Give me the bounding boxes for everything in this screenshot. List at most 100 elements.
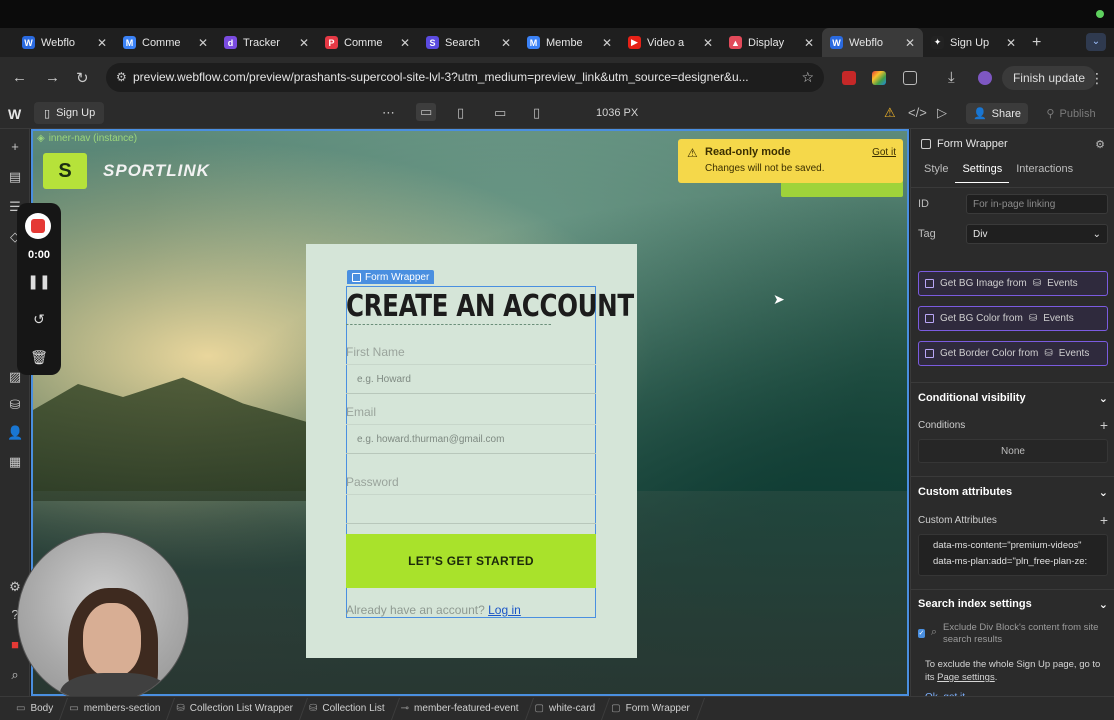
id-input[interactable]: For in-page linking bbox=[966, 194, 1108, 214]
tab-interactions[interactable]: Interactions bbox=[1009, 159, 1080, 183]
binding-checkbox[interactable] bbox=[925, 314, 934, 323]
bg-image-binding[interactable]: Get BG Image from ⛁ Events bbox=[918, 271, 1108, 296]
publish-button[interactable]: ⚲ Publish bbox=[1036, 103, 1106, 124]
search-index-header[interactable]: Search index settings ⌄ bbox=[918, 598, 1108, 611]
tag-select[interactable]: Div ⌄ bbox=[966, 224, 1108, 244]
attribute-item[interactable]: data-ms-plan:add="pln_free-plan-ze: bbox=[919, 551, 1107, 567]
tab-close-icon[interactable]: ✕ bbox=[703, 36, 713, 50]
breadcrumb-item[interactable]: ⊸ member-featured-event bbox=[393, 703, 527, 714]
extensions-puzzle-icon[interactable] bbox=[903, 71, 917, 85]
desktop-breakpoint-icon[interactable]: ▭ bbox=[416, 103, 437, 121]
tab-close-icon[interactable]: ✕ bbox=[501, 36, 511, 50]
component-settings-icon[interactable]: ⚙ bbox=[1095, 138, 1105, 151]
add-condition-icon[interactable]: + bbox=[1100, 417, 1108, 433]
page-settings-link[interactable]: Page settings bbox=[937, 672, 995, 683]
database-icon: ⛁ bbox=[1028, 313, 1038, 324]
users-icon[interactable]: 👤 bbox=[7, 425, 23, 441]
webflow-logo-icon[interactable]: W bbox=[8, 106, 21, 122]
browser-tab[interactable]: S Search ✕ bbox=[418, 28, 519, 57]
stop-recording-button[interactable] bbox=[25, 213, 51, 239]
preview-play-icon[interactable]: ▷ bbox=[937, 105, 947, 121]
tab-close-icon[interactable]: ✕ bbox=[97, 36, 107, 50]
extension-icon-1[interactable] bbox=[842, 71, 856, 85]
tab-close-icon[interactable]: ✕ bbox=[602, 36, 612, 50]
browser-tab[interactable]: P Comme ✕ bbox=[317, 28, 418, 57]
browser-tab[interactable]: M Comme ✕ bbox=[115, 28, 216, 57]
browser-tab[interactable]: ✦ Sign Up ✕ bbox=[923, 28, 1024, 57]
pages-icon[interactable]: ▤ bbox=[7, 169, 23, 185]
browser-tab[interactable]: d Tracker ✕ bbox=[216, 28, 317, 57]
pause-icon[interactable]: ❚❚ bbox=[17, 273, 61, 290]
conditions-value[interactable]: None bbox=[918, 439, 1108, 463]
cms-icon[interactable]: ⛁ bbox=[7, 397, 23, 413]
tab-close-icon[interactable]: ✕ bbox=[804, 36, 814, 50]
tab-close-icon[interactable]: ✕ bbox=[905, 36, 915, 50]
attribute-item[interactable]: data-ms-content="premium-videos" bbox=[919, 535, 1107, 551]
reload-icon[interactable]: ↻ bbox=[76, 69, 89, 87]
warning-icon[interactable]: ⚠ bbox=[884, 105, 896, 121]
browser-tab[interactable]: W Webflo ✕ bbox=[822, 28, 923, 57]
browser-tab[interactable]: ▶ Video a ✕ bbox=[620, 28, 721, 57]
download-icon[interactable]: ⤓ bbox=[948, 69, 955, 86]
custom-attributes-header[interactable]: Custom attributes ⌄ bbox=[918, 486, 1108, 499]
address-bar[interactable]: ⚙ preview.webflow.com/preview/prashants-… bbox=[106, 63, 824, 92]
login-link[interactable]: Log in bbox=[488, 603, 521, 617]
search-icon[interactable]: ⌕ bbox=[7, 667, 23, 683]
border-color-binding[interactable]: Get Border Color from ⛁ Events bbox=[918, 341, 1108, 366]
breadcrumb-item[interactable]: ▭ members-section bbox=[61, 703, 168, 714]
share-button[interactable]: 👤 Share bbox=[966, 103, 1028, 124]
extension-icon-2[interactable] bbox=[872, 71, 886, 85]
email-input[interactable]: e.g. howard.thurman@gmail.com bbox=[346, 424, 596, 454]
tab-settings[interactable]: Settings bbox=[955, 159, 1010, 183]
brand-logo[interactable]: S bbox=[43, 153, 87, 189]
browser-tab[interactable]: W Webflo ✕ bbox=[14, 28, 115, 57]
selection-tag[interactable]: Form Wrapper bbox=[347, 270, 435, 284]
get-started-button[interactable]: LET'S GET STARTED bbox=[346, 534, 596, 588]
browser-menu-icon[interactable]: ⋮ bbox=[1090, 70, 1104, 87]
panel-tabs: Style Settings Interactions bbox=[911, 159, 1114, 183]
add-attribute-icon[interactable]: + bbox=[1100, 512, 1108, 528]
binding-checkbox[interactable] bbox=[925, 279, 934, 288]
password-input[interactable] bbox=[346, 494, 596, 524]
apps-icon[interactable]: ▦ bbox=[7, 454, 23, 470]
finish-update-button[interactable]: Finish update bbox=[1002, 66, 1096, 90]
bg-color-binding[interactable]: Get BG Color from ⛁ Events bbox=[918, 306, 1108, 331]
browser-tab[interactable]: M Membe ✕ bbox=[519, 28, 620, 57]
binding-checkbox[interactable] bbox=[925, 349, 934, 358]
exclude-checkbox[interactable]: ✓ bbox=[918, 629, 925, 638]
first-name-input[interactable]: e.g. Howard bbox=[346, 364, 596, 394]
site-info-icon[interactable]: ⚙ bbox=[116, 70, 130, 84]
forward-icon[interactable]: → bbox=[45, 69, 60, 86]
code-icon[interactable]: </> bbox=[908, 105, 927, 120]
brand-name[interactable]: SPORTLINK bbox=[103, 161, 210, 181]
page-selector[interactable]: ▯ Sign Up bbox=[34, 102, 104, 124]
tab-close-icon[interactable]: ✕ bbox=[299, 36, 309, 50]
breadcrumb-item[interactable]: ⛁ Collection List bbox=[301, 703, 393, 714]
profile-avatar[interactable] bbox=[978, 71, 992, 85]
tab-label: Webflo bbox=[41, 36, 76, 49]
tab-close-icon[interactable]: ✕ bbox=[400, 36, 410, 50]
breadcrumb-item[interactable]: ▭ Body bbox=[8, 703, 61, 714]
restart-icon[interactable]: ↺ bbox=[17, 311, 61, 328]
mobile-landscape-icon[interactable]: ▭ bbox=[494, 105, 506, 121]
bookmark-star-icon[interactable]: ☆ bbox=[801, 69, 814, 86]
toast-got-it-button[interactable]: Got it bbox=[872, 147, 896, 158]
more-options-icon[interactable]: ⋯ bbox=[382, 105, 395, 121]
breadcrumb-item[interactable]: ▢ white-card bbox=[527, 703, 604, 714]
tab-style[interactable]: Style bbox=[917, 159, 955, 183]
delete-icon[interactable]: 🗑 bbox=[17, 349, 61, 366]
browser-tab[interactable]: ▲ Display ✕ bbox=[721, 28, 822, 57]
tab-close-icon[interactable]: ✕ bbox=[1006, 36, 1016, 50]
add-elements-icon[interactable]: + bbox=[7, 139, 23, 154]
breadcrumb-item[interactable]: ▢ Form Wrapper bbox=[603, 703, 698, 714]
white-card[interactable]: Form Wrapper CREATE AN ACCOUNT First Nam… bbox=[306, 244, 637, 658]
breadcrumb-item[interactable]: ⛁ Collection List Wrapper bbox=[168, 703, 301, 714]
back-icon[interactable]: ← bbox=[12, 69, 27, 86]
tab-search-icon[interactable]: ⌄ bbox=[1086, 33, 1106, 51]
mouse-cursor-icon: ➤ bbox=[773, 291, 785, 307]
tab-close-icon[interactable]: ✕ bbox=[198, 36, 208, 50]
tablet-breakpoint-icon[interactable]: ▯ bbox=[457, 105, 464, 121]
new-tab-icon[interactable]: + bbox=[1032, 34, 1041, 52]
mobile-portrait-icon[interactable]: ▯ bbox=[533, 105, 540, 121]
conditional-visibility-header[interactable]: Conditional visibility ⌄ bbox=[918, 392, 1108, 405]
